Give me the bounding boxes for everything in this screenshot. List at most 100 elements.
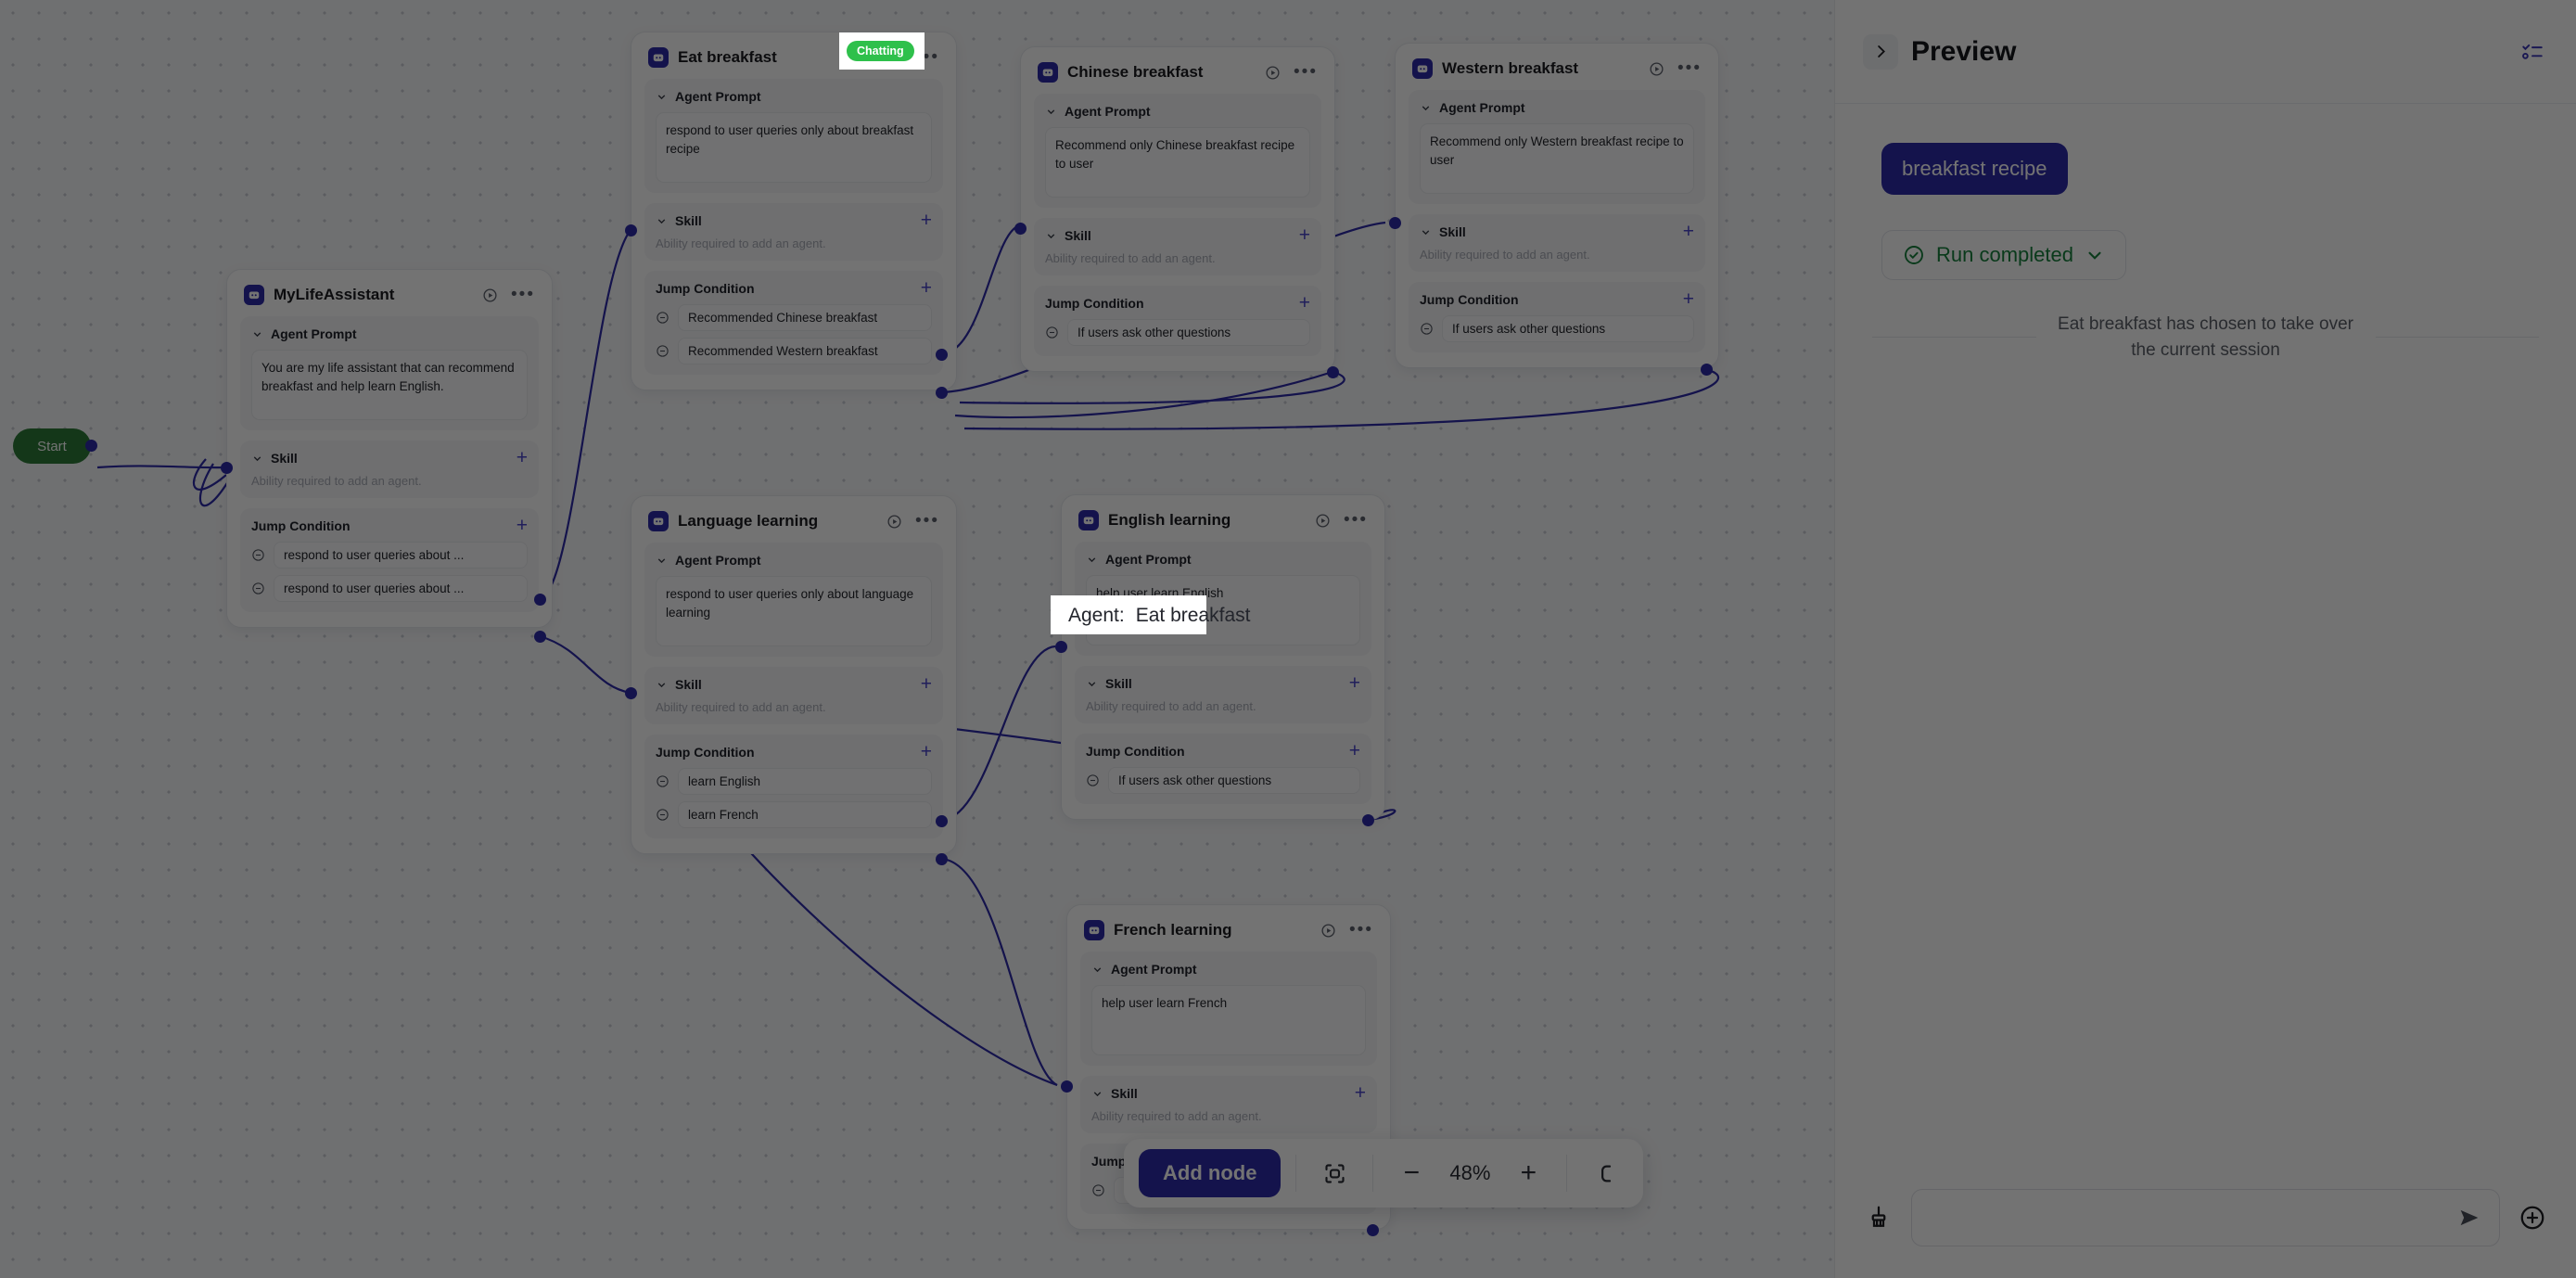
add-skill-button[interactable]: + — [516, 448, 528, 467]
clear-conversation-icon[interactable] — [1865, 1204, 1893, 1232]
agent-prompt-header[interactable]: Agent Prompt — [656, 553, 932, 568]
skill-header[interactable]: Skill + — [656, 674, 932, 694]
agent-prompt-header[interactable]: Agent Prompt — [251, 326, 528, 341]
remove-circle-icon[interactable] — [1420, 322, 1434, 336]
agent-prompt-header[interactable]: Agent Prompt — [1420, 100, 1694, 115]
send-icon[interactable] — [2456, 1205, 2482, 1231]
add-jump-condition-button[interactable]: + — [921, 278, 932, 298]
jump-condition-row[interactable]: If users ask other questions — [1045, 319, 1310, 346]
run-node-icon[interactable] — [1649, 61, 1664, 77]
jump-condition-row[interactable]: respond to user queries about ... — [251, 575, 528, 602]
node-input-port[interactable] — [1389, 217, 1401, 229]
skill-header[interactable]: Skill + — [1091, 1083, 1366, 1103]
agent-prompt-header[interactable]: Agent Prompt — [1086, 552, 1360, 567]
remove-circle-icon[interactable] — [251, 581, 265, 595]
jump-condition-text[interactable]: If users ask other questions — [1108, 767, 1360, 794]
jump-condition-row[interactable]: learn French — [656, 801, 932, 828]
run-node-icon[interactable] — [482, 288, 498, 303]
remove-circle-icon[interactable] — [1045, 326, 1059, 339]
add-skill-button[interactable]: + — [1683, 222, 1694, 241]
jump-output-port[interactable] — [1327, 366, 1339, 378]
remove-circle-icon[interactable] — [656, 774, 670, 788]
node-input-port[interactable] — [625, 687, 637, 699]
jump-condition-text[interactable]: Recommended Chinese breakfast — [678, 304, 932, 331]
jump-output-port[interactable] — [1701, 364, 1713, 376]
node-mylifeassistant[interactable]: MyLifeAssistant ••• Agent Prompt You are… — [226, 269, 553, 628]
node-input-port[interactable] — [1014, 223, 1027, 235]
node-input-port[interactable] — [221, 462, 233, 474]
jump-condition-row[interactable]: Recommended Western breakfast — [656, 338, 932, 364]
zoom-in-button[interactable]: + — [1505, 1159, 1551, 1187]
remove-circle-icon[interactable] — [656, 311, 670, 325]
jump-condition-text[interactable]: If users ask other questions — [1442, 315, 1694, 342]
agent-prompt-text[interactable]: respond to user queries only about langu… — [656, 576, 932, 646]
remove-circle-icon[interactable] — [1086, 773, 1100, 787]
jump-condition-text[interactable]: respond to user queries about ... — [274, 542, 528, 569]
jump-output-port[interactable] — [936, 815, 948, 827]
add-jump-condition-button[interactable]: + — [516, 516, 528, 535]
jump-condition-text[interactable]: respond to user queries about ... — [274, 575, 528, 602]
node-english-learning[interactable]: English learning ••• Agent Prompt help u… — [1061, 494, 1385, 820]
start-node[interactable]: Start — [13, 428, 91, 464]
add-skill-button[interactable]: + — [1349, 673, 1360, 693]
branch-layout-icon[interactable] — [1582, 1150, 1628, 1196]
node-language-learning[interactable]: Language learning ••• Agent Prompt respo… — [631, 495, 957, 854]
agent-prompt-header[interactable]: Agent Prompt — [656, 89, 932, 104]
jump-output-port[interactable] — [534, 631, 546, 643]
add-jump-condition-button[interactable]: + — [1349, 741, 1360, 760]
jump-condition-text[interactable]: learn French — [678, 801, 932, 828]
node-more-icon[interactable]: ••• — [1677, 59, 1702, 77]
chat-input-box[interactable] — [1911, 1189, 2500, 1246]
add-skill-button[interactable]: + — [1299, 225, 1310, 245]
node-chinese-breakfast[interactable]: Chinese breakfast ••• Agent Prompt Recom… — [1020, 46, 1335, 372]
jump-condition-row[interactable]: If users ask other questions — [1086, 767, 1360, 794]
add-skill-button[interactable]: + — [921, 674, 932, 694]
jump-condition-row[interactable]: Recommended Chinese breakfast — [656, 304, 932, 331]
remove-circle-icon[interactable] — [251, 548, 265, 562]
skill-header[interactable]: Skill + — [1045, 225, 1310, 245]
skill-header[interactable]: Skill + — [1420, 222, 1694, 241]
fit-view-icon[interactable] — [1311, 1150, 1358, 1196]
jump-condition-row[interactable]: learn English — [656, 768, 932, 795]
run-history-icon[interactable] — [2520, 40, 2544, 64]
node-input-port[interactable] — [1055, 641, 1067, 653]
jump-condition-text[interactable]: Recommended Western breakfast — [678, 338, 932, 364]
add-jump-condition-button[interactable]: + — [1683, 289, 1694, 309]
jump-output-port[interactable] — [1367, 1224, 1379, 1236]
node-more-icon[interactable]: ••• — [1294, 63, 1318, 81]
jump-output-port[interactable] — [1362, 814, 1374, 826]
add-skill-button[interactable]: + — [921, 211, 932, 230]
jump-condition-text[interactable]: learn English — [678, 768, 932, 795]
node-more-icon[interactable]: ••• — [915, 512, 939, 530]
skill-header[interactable]: Skill + — [1086, 673, 1360, 693]
skill-header[interactable]: Skill + — [656, 211, 932, 230]
node-more-icon[interactable]: ••• — [511, 286, 535, 303]
node-western-breakfast[interactable]: Western breakfast ••• Agent Prompt Recom… — [1395, 43, 1719, 368]
jump-output-port[interactable] — [936, 387, 948, 399]
collapse-panel-button[interactable] — [1863, 33, 1898, 70]
agent-prompt-text[interactable]: Recommend only Chinese breakfast recipe … — [1045, 127, 1310, 198]
node-input-port[interactable] — [1061, 1080, 1073, 1093]
workflow-canvas[interactable]: Start MyLifeAssistant ••• Agent Prompt Y… — [0, 0, 1834, 1278]
node-eat-breakfast[interactable]: Eat breakfast ••• Agent Prompt respond t… — [631, 32, 957, 390]
agent-prompt-text[interactable]: respond to user queries only about break… — [656, 112, 932, 183]
run-node-icon[interactable] — [886, 514, 902, 530]
node-more-icon[interactable]: ••• — [1349, 921, 1373, 939]
add-node-button[interactable]: Add node — [1139, 1149, 1282, 1197]
add-attachment-icon[interactable] — [2519, 1204, 2546, 1232]
add-jump-condition-button[interactable]: + — [1299, 293, 1310, 313]
run-node-icon[interactable] — [1315, 513, 1331, 529]
jump-output-port[interactable] — [936, 853, 948, 865]
run-status-button[interactable]: Run completed — [1881, 230, 2126, 280]
jump-condition-row[interactable]: respond to user queries about ... — [251, 542, 528, 569]
node-more-icon[interactable]: ••• — [1344, 511, 1368, 529]
run-node-icon[interactable] — [1265, 65, 1281, 81]
start-output-port[interactable] — [85, 440, 97, 452]
add-jump-condition-button[interactable]: + — [921, 742, 932, 761]
remove-circle-icon[interactable] — [1091, 1183, 1105, 1197]
jump-condition-text[interactable]: If users ask other questions — [1067, 319, 1310, 346]
agent-prompt-text[interactable]: Recommend only Western breakfast recipe … — [1420, 123, 1694, 194]
jump-output-port[interactable] — [936, 349, 948, 361]
chat-input-field[interactable] — [1929, 1208, 2456, 1228]
node-input-port[interactable] — [625, 224, 637, 236]
